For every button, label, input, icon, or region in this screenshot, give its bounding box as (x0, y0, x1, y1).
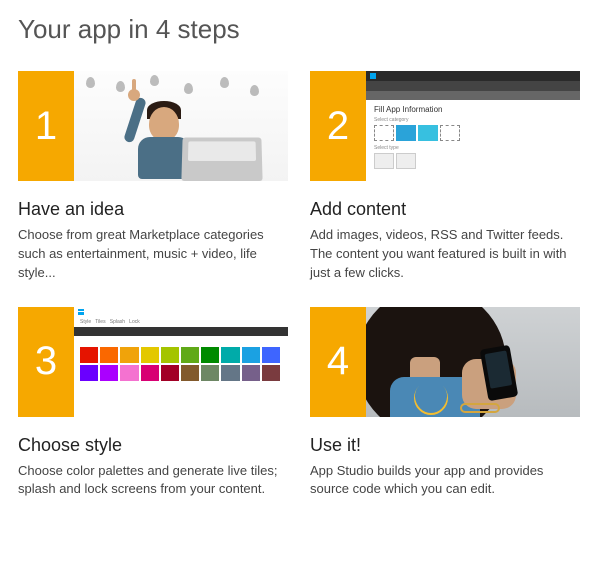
step-number-badge: 2 (310, 71, 366, 181)
laptop-icon (181, 138, 262, 181)
color-swatch (100, 365, 118, 381)
color-swatch (262, 365, 280, 381)
lightbulb-icon (86, 77, 95, 88)
color-swatch (161, 347, 179, 363)
color-swatch (221, 365, 239, 381)
windows-logo-icon (370, 73, 376, 79)
step-number-badge: 4 (310, 307, 366, 417)
step-number-badge: 1 (18, 71, 74, 181)
color-swatch (181, 365, 199, 381)
step-desc: Choose color palettes and generate live … (18, 462, 288, 500)
step-thumb-3: 3 (18, 307, 288, 417)
step-card-2: 2 Add content Add images, videos, RSS an… (310, 71, 580, 283)
color-swatch (221, 347, 239, 363)
lightbulb-icon (116, 81, 125, 92)
color-swatch (242, 347, 260, 363)
idea-illustration (74, 71, 288, 181)
color-swatch (100, 347, 118, 363)
content-form-illustration (366, 71, 580, 181)
step-thumb-1: 1 (18, 71, 288, 181)
phone-use-illustration (366, 307, 580, 417)
lightbulb-icon (250, 85, 259, 96)
step-title: Choose style (18, 435, 288, 456)
lightbulb-icon (150, 75, 159, 86)
color-swatch (242, 365, 260, 381)
step-title: Use it! (310, 435, 580, 456)
color-swatch (141, 347, 159, 363)
step-card-1: 1 Have an idea Choose from great Marketp… (18, 71, 288, 283)
step-title: Have an idea (18, 199, 288, 220)
step-desc: App Studio builds your app and provides … (310, 462, 580, 500)
step-title: Add content (310, 199, 580, 220)
lightbulb-icon (220, 77, 229, 88)
steps-grid: 1 Have an idea Choose from great Marketp… (18, 71, 582, 499)
color-swatch (161, 365, 179, 381)
page-title: Your app in 4 steps (18, 14, 582, 45)
windows-logo-icon (78, 309, 84, 315)
color-swatch (201, 365, 219, 381)
color-swatch (120, 347, 138, 363)
color-swatch (80, 365, 98, 381)
color-swatch (80, 347, 98, 363)
style-palette-illustration (74, 307, 288, 417)
color-swatch (201, 347, 219, 363)
step-card-3: 3 Choose style Choose color palettes and… (18, 307, 288, 500)
color-swatch (181, 347, 199, 363)
step-card-4: 4 Use it! App Studio builds your app and… (310, 307, 580, 500)
step-desc: Add images, videos, RSS and Twitter feed… (310, 226, 580, 283)
color-swatch (262, 347, 280, 363)
step-thumb-4: 4 (310, 307, 580, 417)
color-palette (80, 347, 280, 381)
step-desc: Choose from great Marketplace categories… (18, 226, 288, 283)
color-swatch (120, 365, 138, 381)
step-thumb-2: 2 (310, 71, 580, 181)
lightbulb-icon (184, 83, 193, 94)
color-swatch (141, 365, 159, 381)
step-number-badge: 3 (18, 307, 74, 417)
